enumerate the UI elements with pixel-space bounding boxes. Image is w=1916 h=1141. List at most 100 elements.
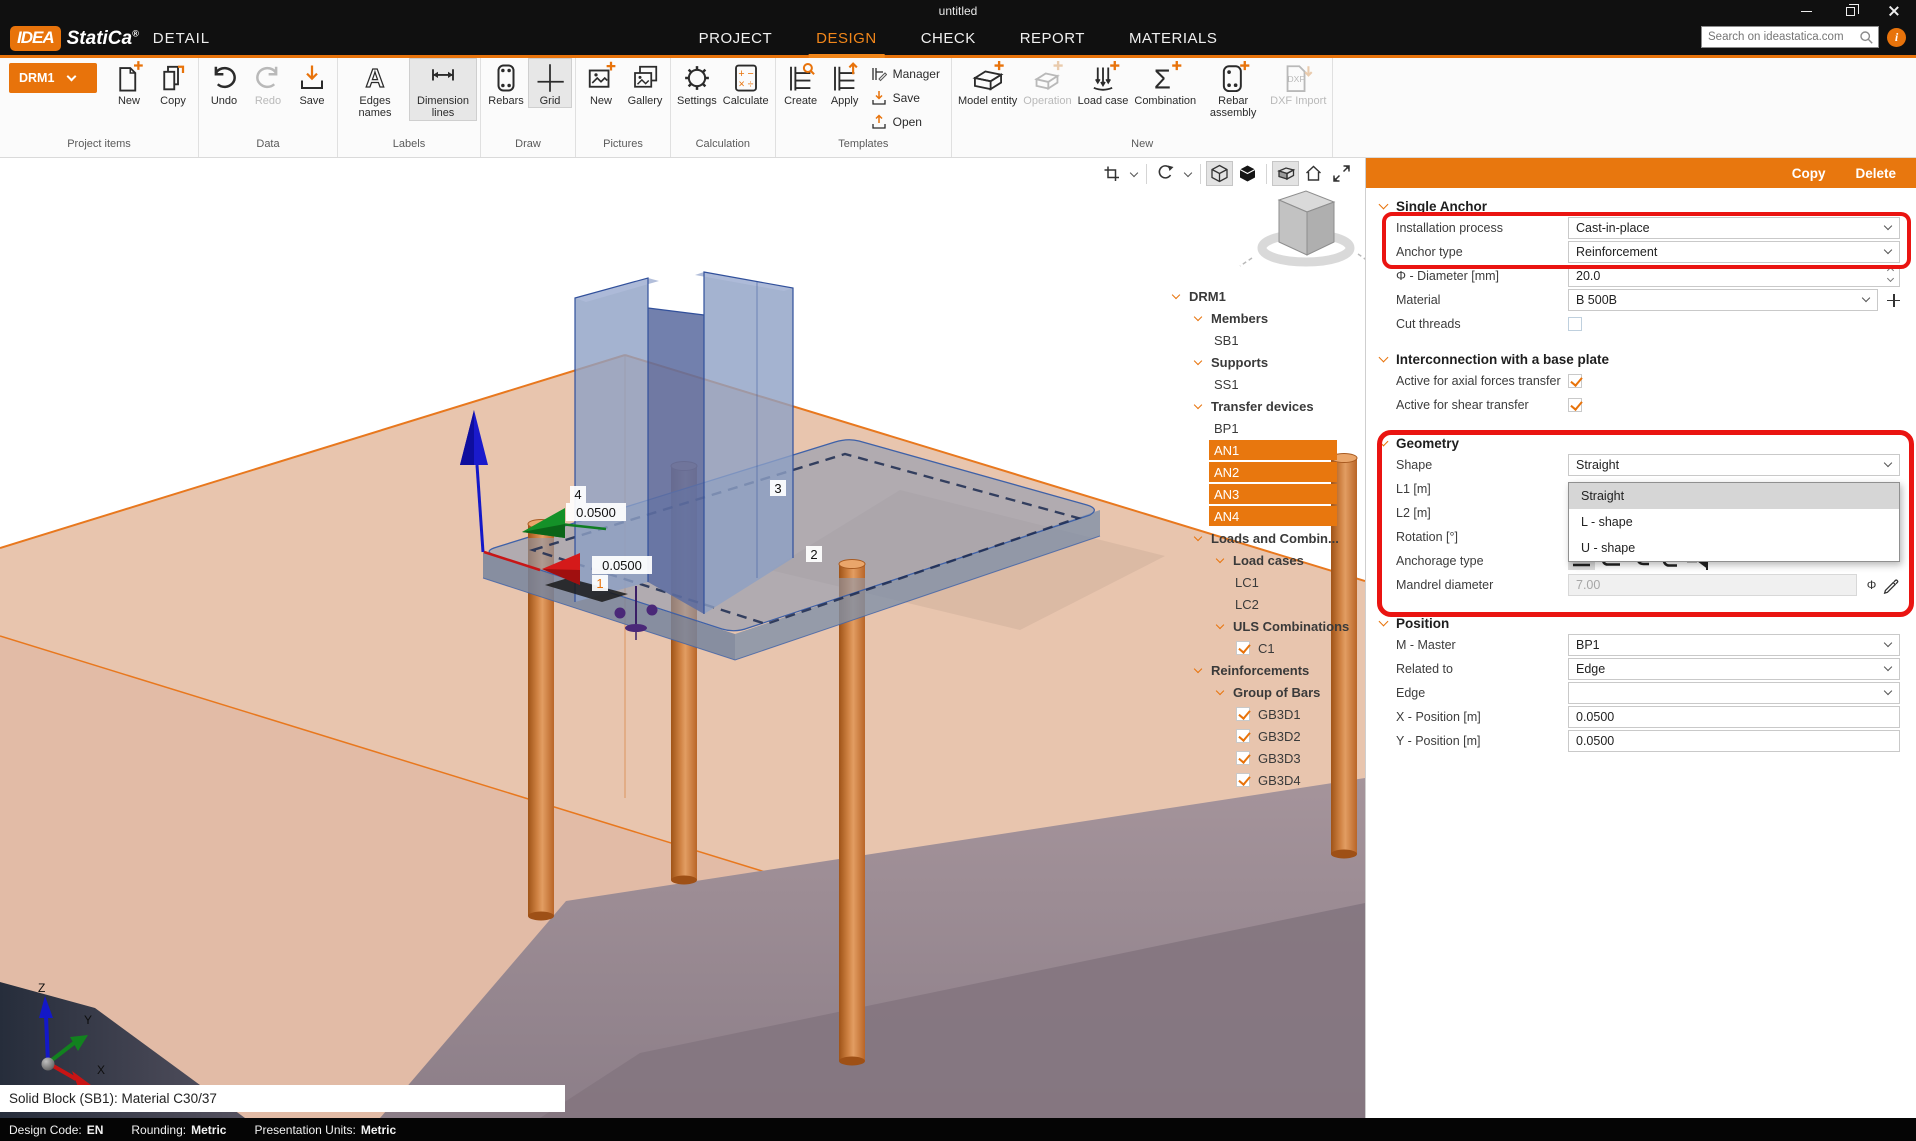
rotate-view-button[interactable] xyxy=(1152,161,1179,186)
close-button[interactable] xyxy=(1872,0,1916,22)
clipping-tool-button[interactable] xyxy=(1098,161,1125,186)
tree-item-gb3d2[interactable]: GB3D2 xyxy=(1150,725,1365,747)
installation-process-select[interactable]: Cast-in-place xyxy=(1568,217,1900,239)
tree-item-an1[interactable]: AN1 xyxy=(1150,439,1365,461)
diameter-input[interactable]: 20.0 xyxy=(1568,265,1900,287)
minimize-button[interactable] xyxy=(1784,0,1828,22)
rebars-button[interactable]: Rebars xyxy=(484,58,528,107)
tree-item-gb3d1[interactable]: GB3D1 xyxy=(1150,703,1365,725)
section-geometry[interactable]: Geometry xyxy=(1366,433,1916,453)
template-save-button[interactable]: Save xyxy=(867,86,948,110)
tree-item-group-of-bars[interactable]: Group of Bars xyxy=(1150,681,1365,703)
shape-option-l-shape[interactable]: L - shape xyxy=(1569,509,1899,535)
new-picture-button[interactable]: New xyxy=(579,58,623,107)
maximize-button[interactable] xyxy=(1828,0,1872,22)
copy-anchor-button[interactable]: Copy xyxy=(1792,166,1826,181)
add-material-button[interactable] xyxy=(1887,294,1900,307)
clipping-tool-dropdown[interactable] xyxy=(1126,161,1141,186)
shape-option-straight[interactable]: Straight xyxy=(1569,483,1899,509)
settings-button[interactable]: Settings xyxy=(674,58,720,107)
viewport-3d[interactable]: 4 0.0500 0.0500 1 3 2 xyxy=(0,158,1365,1118)
tree-item-c1[interactable]: C1 xyxy=(1150,637,1365,659)
tree-item-transfer-devices[interactable]: Transfer devices xyxy=(1150,395,1365,417)
section-position[interactable]: Position xyxy=(1366,613,1916,633)
tree-item-gb3d3[interactable]: GB3D3 xyxy=(1150,747,1365,769)
grid-button[interactable]: Grid xyxy=(528,58,572,108)
tree-item-drm1[interactable]: DRM1 xyxy=(1150,285,1365,307)
edge-select[interactable] xyxy=(1568,682,1900,704)
tree-item-bp1[interactable]: BP1 xyxy=(1150,417,1365,439)
edges-names-button[interactable]: A Edges names xyxy=(341,58,409,120)
solid-view-button[interactable] xyxy=(1234,161,1261,186)
tab-design[interactable]: DESIGN xyxy=(816,22,877,55)
ribbon-group-templates: Create Apply Manager Save xyxy=(776,58,952,157)
row-related-to: Related to Edge xyxy=(1366,657,1916,681)
rotate-view-dropdown[interactable] xyxy=(1180,161,1195,186)
crop-icon xyxy=(1103,165,1121,183)
new-project-item-button[interactable]: New xyxy=(107,58,151,107)
related-to-select[interactable]: Edge xyxy=(1568,658,1900,680)
search-box[interactable] xyxy=(1701,26,1879,48)
new-combination-button[interactable]: Σ Combination xyxy=(1131,58,1199,107)
tree-item-uls-combinations[interactable]: ULS Combinations xyxy=(1150,615,1365,637)
x-position-input[interactable]: 0.0500 xyxy=(1568,706,1900,728)
edit-pencil-icon[interactable] xyxy=(1882,576,1900,594)
tab-check[interactable]: CHECK xyxy=(921,22,976,55)
axial-transfer-checkbox[interactable] xyxy=(1568,374,1582,388)
info-button[interactable]: i xyxy=(1887,28,1906,47)
template-open-button[interactable]: Open xyxy=(867,110,948,134)
tree-item-reinforcements[interactable]: Reinforcements xyxy=(1150,659,1365,681)
shape-option-u-shape[interactable]: U - shape xyxy=(1569,535,1899,561)
tree-item-members[interactable]: Members xyxy=(1150,307,1365,329)
template-create-button[interactable]: Create xyxy=(779,58,823,107)
tree-item-load-cases[interactable]: Load cases xyxy=(1150,549,1365,571)
spinner-stepper[interactable] xyxy=(1888,268,1893,281)
tree-item-supports[interactable]: Supports xyxy=(1150,351,1365,373)
tree-item-sb1[interactable]: SB1 xyxy=(1150,329,1365,351)
anchor-an3[interactable] xyxy=(839,564,865,1066)
section-interconnection[interactable]: Interconnection with a base plate xyxy=(1366,349,1916,369)
chevron-down-icon xyxy=(1379,199,1389,209)
save-button[interactable]: Save xyxy=(290,58,334,107)
tree-item-loads-and-combinations[interactable]: Loads and Combin... xyxy=(1150,527,1365,549)
new-model-entity-button[interactable]: Model entity xyxy=(955,58,1020,107)
tree-item-gb3d4[interactable]: GB3D4 xyxy=(1150,769,1365,791)
row-anchor-type: Anchor type Reinforcement xyxy=(1366,240,1916,264)
tree-item-an4[interactable]: AN4 xyxy=(1150,505,1365,527)
manager-pencil-icon xyxy=(871,66,887,82)
fit-view-button[interactable] xyxy=(1328,161,1355,186)
calculate-button[interactable]: + −× ÷ Calculate xyxy=(720,58,772,107)
label-4: 4 xyxy=(574,487,581,502)
cut-threads-checkbox[interactable] xyxy=(1568,317,1582,331)
anchor-type-select[interactable]: Reinforcement xyxy=(1568,241,1900,263)
tree-item-ss1[interactable]: SS1 xyxy=(1150,373,1365,395)
shear-transfer-checkbox[interactable] xyxy=(1568,398,1582,412)
material-select[interactable]: B 500B xyxy=(1568,289,1878,311)
master-select[interactable]: BP1 xyxy=(1568,634,1900,656)
delete-anchor-button[interactable]: Delete xyxy=(1855,166,1896,181)
tab-report[interactable]: REPORT xyxy=(1020,22,1085,55)
new-rebar-assembly-button[interactable]: Rebar assembly xyxy=(1199,58,1267,120)
tree-item-an3[interactable]: AN3 xyxy=(1150,483,1365,505)
gallery-button[interactable]: Gallery xyxy=(623,58,667,107)
undo-button[interactable]: Undo xyxy=(202,58,246,107)
new-load-case-button[interactable]: Load case xyxy=(1075,58,1132,107)
home-view-button[interactable] xyxy=(1300,161,1327,186)
dimension-lines-button[interactable]: Dimension lines xyxy=(409,58,477,121)
shape-select[interactable]: Straight xyxy=(1568,454,1900,476)
template-manager-button[interactable]: Manager xyxy=(867,62,948,86)
navigation-cube[interactable] xyxy=(1240,191,1365,266)
project-item-selector[interactable]: DRM1 xyxy=(9,63,97,93)
y-position-input[interactable]: 0.0500 xyxy=(1568,730,1900,752)
copy-project-item-button[interactable]: Copy xyxy=(151,58,195,107)
search-input[interactable] xyxy=(1708,31,1858,43)
tree-item-lc2[interactable]: LC2 xyxy=(1150,593,1365,615)
tree-item-lc1[interactable]: LC1 xyxy=(1150,571,1365,593)
section-single-anchor[interactable]: Single Anchor xyxy=(1366,196,1916,216)
wireframe-view-button[interactable] xyxy=(1206,161,1233,186)
transparent-view-button[interactable] xyxy=(1272,161,1299,186)
template-apply-button[interactable]: Apply xyxy=(823,58,867,107)
tree-item-an2[interactable]: AN2 xyxy=(1150,461,1365,483)
tab-materials[interactable]: MATERIALS xyxy=(1129,22,1217,55)
tab-project[interactable]: PROJECT xyxy=(699,22,773,55)
